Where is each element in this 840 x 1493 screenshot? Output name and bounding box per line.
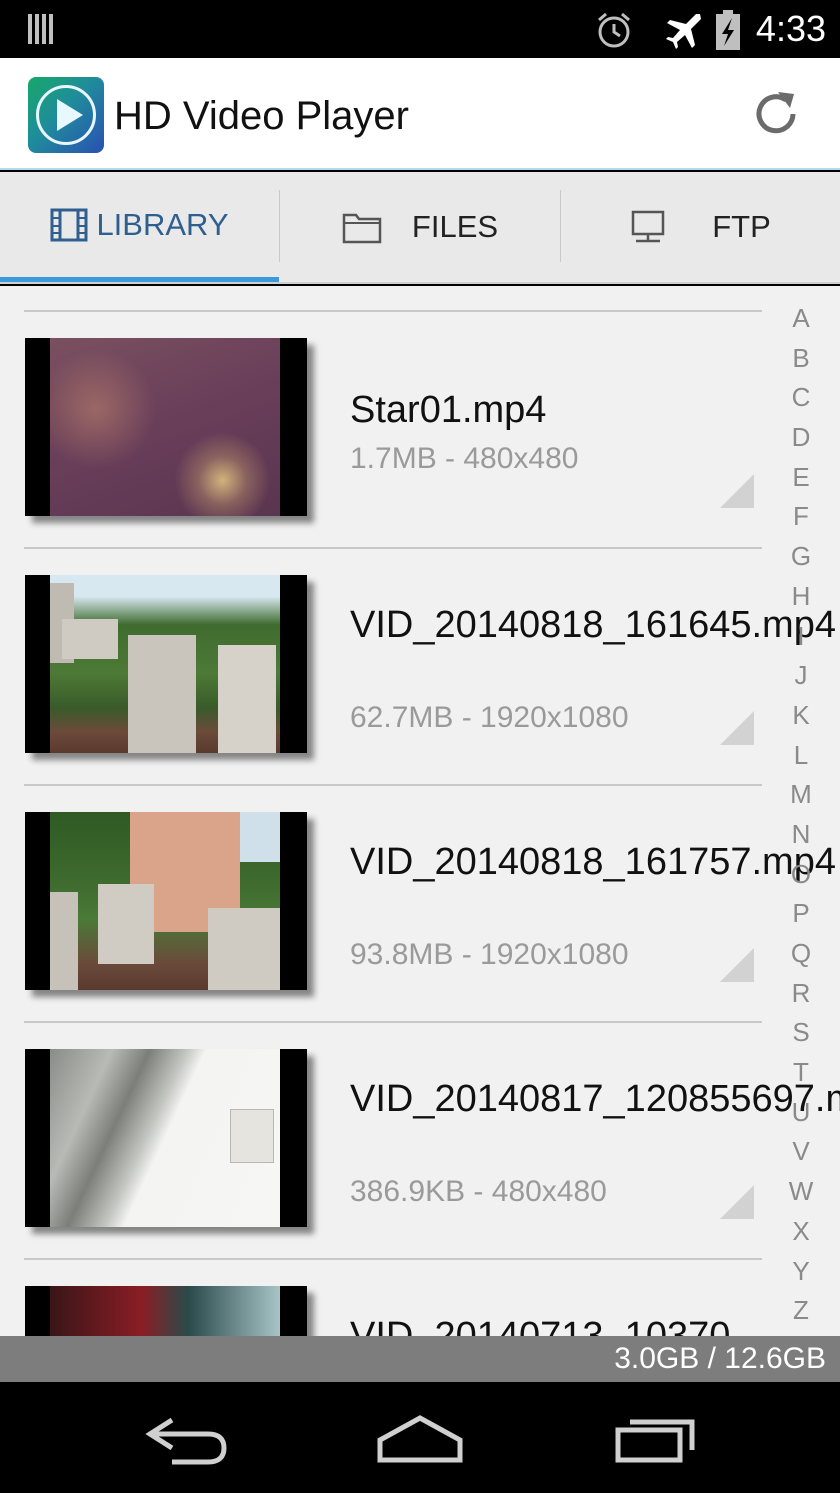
index-letter[interactable]: W	[780, 1171, 822, 1211]
tab-ftp-label: FTP	[712, 209, 771, 244]
recents-icon[interactable]	[612, 1410, 698, 1466]
index-letter[interactable]: L	[780, 735, 822, 775]
tab-library-label: LIBRARY	[96, 206, 229, 242]
list-item[interactable]: VID_20140817_120855697.mp4 386.9KB - 480…	[0, 1023, 840, 1258]
video-thumbnail[interactable]	[25, 812, 307, 990]
alarm-icon	[598, 12, 630, 48]
airplane-icon	[666, 14, 701, 49]
index-letter[interactable]: U	[780, 1092, 822, 1132]
video-thumbnail[interactable]	[25, 1286, 307, 1336]
video-list[interactable]: Star01.mp4 1.7MB - 480x480 VID_20140818_…	[0, 286, 840, 1336]
back-icon[interactable]	[142, 1410, 232, 1466]
item-options-corner[interactable]	[720, 711, 754, 745]
battery-icon	[716, 10, 740, 50]
index-letter[interactable]: F	[780, 496, 822, 536]
index-letter[interactable]: R	[780, 973, 822, 1013]
index-letter[interactable]: Z	[780, 1290, 822, 1330]
folder-icon	[342, 213, 382, 244]
index-letter[interactable]: N	[780, 814, 822, 854]
index-letter[interactable]: G	[780, 536, 822, 576]
signal-bars-icon	[28, 14, 56, 44]
storage-text: 3.0GB / 12.6GB	[614, 1342, 826, 1375]
index-letter[interactable]: P	[780, 893, 822, 933]
item-options-corner[interactable]	[720, 474, 754, 508]
item-options-corner[interactable]	[720, 948, 754, 982]
storage-bar: 3.0GB / 12.6GB	[0, 1336, 840, 1382]
tab-files-label: FILES	[411, 209, 499, 244]
index-letter[interactable]: V	[780, 1131, 822, 1171]
video-meta: 93.8MB - 1920x1080	[350, 938, 629, 971]
index-letter[interactable]: O	[780, 854, 822, 894]
video-meta: 1.7MB - 480x480	[350, 442, 579, 475]
status-bar: 4:33	[0, 0, 840, 58]
index-letter[interactable]: Y	[780, 1251, 822, 1291]
tab-ftp[interactable]: FTP	[561, 172, 840, 282]
index-letter[interactable]: E	[780, 457, 822, 497]
index-letter[interactable]: X	[780, 1211, 822, 1251]
video-filename: Star01.mp4	[350, 389, 547, 431]
video-thumbnail[interactable]	[25, 1049, 307, 1227]
video-filename: VID_20140713_10370	[350, 1315, 731, 1336]
list-item[interactable]: VID_20140818_161645.mp4 62.7MB - 1920x10…	[0, 549, 836, 784]
film-icon	[50, 208, 88, 241]
index-letter[interactable]: H	[780, 576, 822, 616]
video-meta: 62.7MB - 1920x1080	[350, 701, 629, 734]
index-letter[interactable]: M	[780, 774, 822, 814]
index-letter[interactable]: B	[780, 338, 822, 378]
list-item[interactable]: VID_20140818_161757.mp4 93.8MB - 1920x10…	[0, 786, 836, 1021]
play-logo-icon	[28, 77, 104, 153]
index-letter[interactable]: D	[780, 417, 822, 457]
list-item[interactable]: VID_20140713_10370	[0, 1260, 770, 1336]
video-filename: VID_20140818_161645.mp4	[350, 604, 836, 646]
app-bar: HD Video Player	[0, 58, 840, 170]
app-title: HD Video Player	[114, 94, 409, 138]
video-meta: 386.9KB - 480x480	[350, 1175, 607, 1208]
status-time: 4:33	[755, 8, 826, 49]
home-icon[interactable]	[374, 1410, 466, 1466]
video-thumbnail[interactable]	[25, 338, 307, 516]
index-letter[interactable]: A	[780, 298, 822, 338]
index-letter[interactable]: C	[780, 377, 822, 417]
index-letter[interactable]: T	[780, 1052, 822, 1092]
tab-files[interactable]: FILES	[280, 172, 560, 282]
alphabet-index[interactable]: A B C D E F G H I J K L M N O P Q R S T …	[780, 298, 822, 1330]
tab-library[interactable]: LIBRARY	[0, 172, 279, 282]
video-thumbnail[interactable]	[25, 575, 307, 753]
index-letter[interactable]: J	[780, 655, 822, 695]
item-options-corner[interactable]	[720, 1185, 754, 1219]
video-filename: VID_20140818_161757.mp4	[350, 841, 836, 883]
index-letter[interactable]: S	[780, 1012, 822, 1052]
index-letter[interactable]: Q	[780, 933, 822, 973]
video-filename: VID_20140817_120855697.mp4	[350, 1078, 840, 1120]
index-letter[interactable]: K	[780, 695, 822, 735]
refresh-icon[interactable]	[750, 88, 802, 140]
navigation-bar	[0, 1382, 840, 1493]
index-letter[interactable]: I	[780, 616, 822, 656]
list-item[interactable]: Star01.mp4 1.7MB - 480x480	[0, 312, 770, 547]
monitor-icon	[631, 210, 665, 243]
tab-bar: LIBRARY FILES FTP	[0, 172, 840, 284]
